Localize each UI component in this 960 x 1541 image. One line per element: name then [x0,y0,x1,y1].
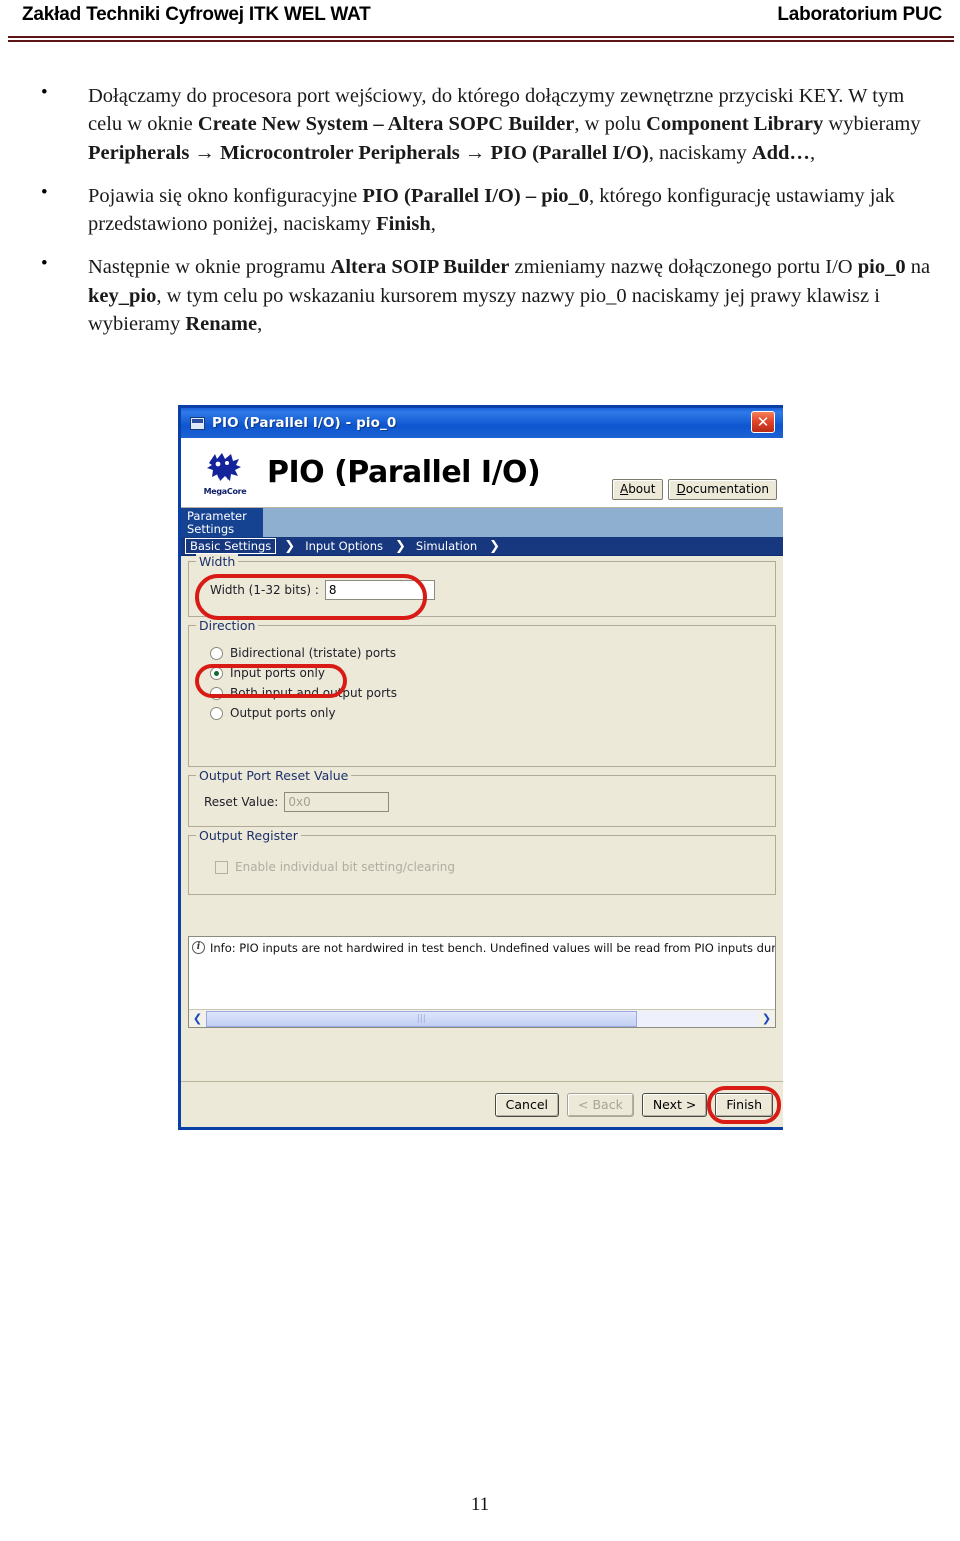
finish-button[interactable]: Finish [715,1092,773,1117]
chevron-right-icon: ❯ [395,538,406,554]
list-item: Następnie w oknie programu Altera SOIP B… [30,251,940,338]
info-icon: i [192,941,205,954]
dialog-banner: MegaCore PIO (Parallel I/O) About Docume… [181,438,783,508]
info-pane: i Info: PIO inputs are not hardwired in … [188,936,776,1028]
breadcrumb-simulation[interactable]: Simulation [412,539,481,553]
radio-output-ports-only-label: Output ports only [230,706,336,720]
breadcrumb: Basic Settings ❯ Input Options ❯ Simulat… [181,537,783,555]
window-icon [190,416,205,430]
dialog-footer: Cancel < Back Next > Finish [181,1081,783,1127]
info-message: Info: PIO inputs are not hardwired in te… [210,941,776,955]
dialog-nav: Parameter Settings Basic Settings ❯ Inpu… [181,508,783,556]
about-button-label-rest: bout [628,482,656,496]
output-register-group: Output Register Enable individual bit se… [188,828,776,895]
scroll-left-icon[interactable]: ❮ [189,1010,206,1027]
radio-selected-icon [210,666,223,680]
header-right-title: Laboratorium PUC [777,4,942,25]
width-row: Width (1-32 bits) : 8 [210,580,767,600]
radio-bidirectional-ports[interactable]: Bidirectional (tristate) ports [210,646,767,660]
tab-parameter-settings[interactable]: Parameter Settings [181,508,263,538]
chevron-right-icon: ❯ [489,538,501,554]
megacore-mark-icon [203,450,247,486]
banner-buttons: About Documentation [611,479,777,500]
cancel-button[interactable]: Cancel [494,1092,560,1117]
back-button: < Back [567,1092,634,1117]
radio-input-ports-only[interactable]: Input ports only [210,666,767,680]
radio-icon [210,686,223,700]
info-message-row: i Info: PIO inputs are not hardwired in … [189,937,775,959]
header-left-title: Zakład Techniki Cyfrowej ITK WEL WAT [22,4,371,25]
width-input[interactable]: 8 [324,580,435,600]
page-header: Zakład Techniki Cyfrowej ITK WEL WAT Lab… [0,0,960,46]
list-item: Dołączamy do procesora port wejściowy, d… [30,80,940,167]
page-number: 11 [470,1494,490,1515]
direction-group-title: Direction [196,618,259,633]
dialog-content: Width Width (1-32 bits) : 8 Direction Bi… [181,554,783,1116]
chevron-right-icon: ❯ [284,538,296,554]
reset-value-label: Reset Value: [204,795,279,809]
breadcrumb-input-options[interactable]: Input Options [301,539,387,553]
header-divider [8,36,954,42]
radio-icon [210,646,223,660]
scrollbar-thumb[interactable] [206,1010,637,1027]
width-group-title: Width [196,554,239,569]
output-port-reset-value-title: Output Port Reset Value [196,768,352,783]
checkbox-icon [215,860,228,874]
output-register-title: Output Register [196,828,301,843]
direction-group: Direction Bidirectional (tristate) ports… [188,618,776,767]
about-button[interactable]: About [611,479,664,500]
scroll-right-icon[interactable]: ❯ [758,1010,775,1027]
tab-parameter-settings-line2: Settings [187,522,235,536]
documentation-button[interactable]: Documentation [668,479,777,500]
reset-value-row: Reset Value: 0x0 [204,792,767,812]
width-group: Width Width (1-32 bits) : 8 [188,554,776,620]
documentation-button-label-rest: ocumentation [685,482,769,496]
output-port-reset-value-group: Output Port Reset Value Reset Value: 0x0 [188,768,776,827]
close-icon[interactable]: ✕ [751,411,775,433]
dialog-titlebar[interactable]: PIO (Parallel I/O) - pio_0 ✕ [181,408,783,438]
radio-both-input-and-output-ports[interactable]: Both input and output ports [210,686,767,700]
radio-input-ports-only-label: Input ports only [230,666,325,680]
finish-button-wrapper: Finish [707,1085,781,1124]
radio-bidirectional-ports-label: Bidirectional (tristate) ports [230,646,397,660]
reset-value-input[interactable]: 0x0 [284,792,390,812]
radio-output-ports-only[interactable]: Output ports only [210,706,767,720]
banner-heading: PIO (Parallel I/O) [267,455,541,490]
breadcrumb-basic-settings[interactable]: Basic Settings [185,538,277,554]
info-horizontal-scrollbar[interactable]: ❮ ❯ [189,1009,775,1027]
enable-individual-bit-setting-checkbox-row[interactable]: Enable individual bit setting/clearing [215,860,767,874]
radio-icon [210,706,223,720]
dialog-title: PIO (Parallel I/O) - pio_0 [212,415,397,431]
megacore-logo: MegaCore [189,450,261,496]
megacore-logo-text: MegaCore [203,486,247,496]
instruction-list: Dołączamy do procesora port wejściowy, d… [30,80,940,353]
enable-individual-bit-setting-label: Enable individual bit setting/clearing [235,860,456,874]
next-button[interactable]: Next > [641,1092,708,1117]
pio-configuration-dialog: PIO (Parallel I/O) - pio_0 ✕ MegaCore PI… [178,405,783,1130]
radio-both-input-and-output-ports-label: Both input and output ports [230,686,398,700]
width-field-label: Width (1-32 bits) : [210,583,319,597]
scrollbar-track[interactable] [206,1010,758,1027]
list-item: Pojawia się okno konfiguracyjne PIO (Par… [30,180,940,239]
